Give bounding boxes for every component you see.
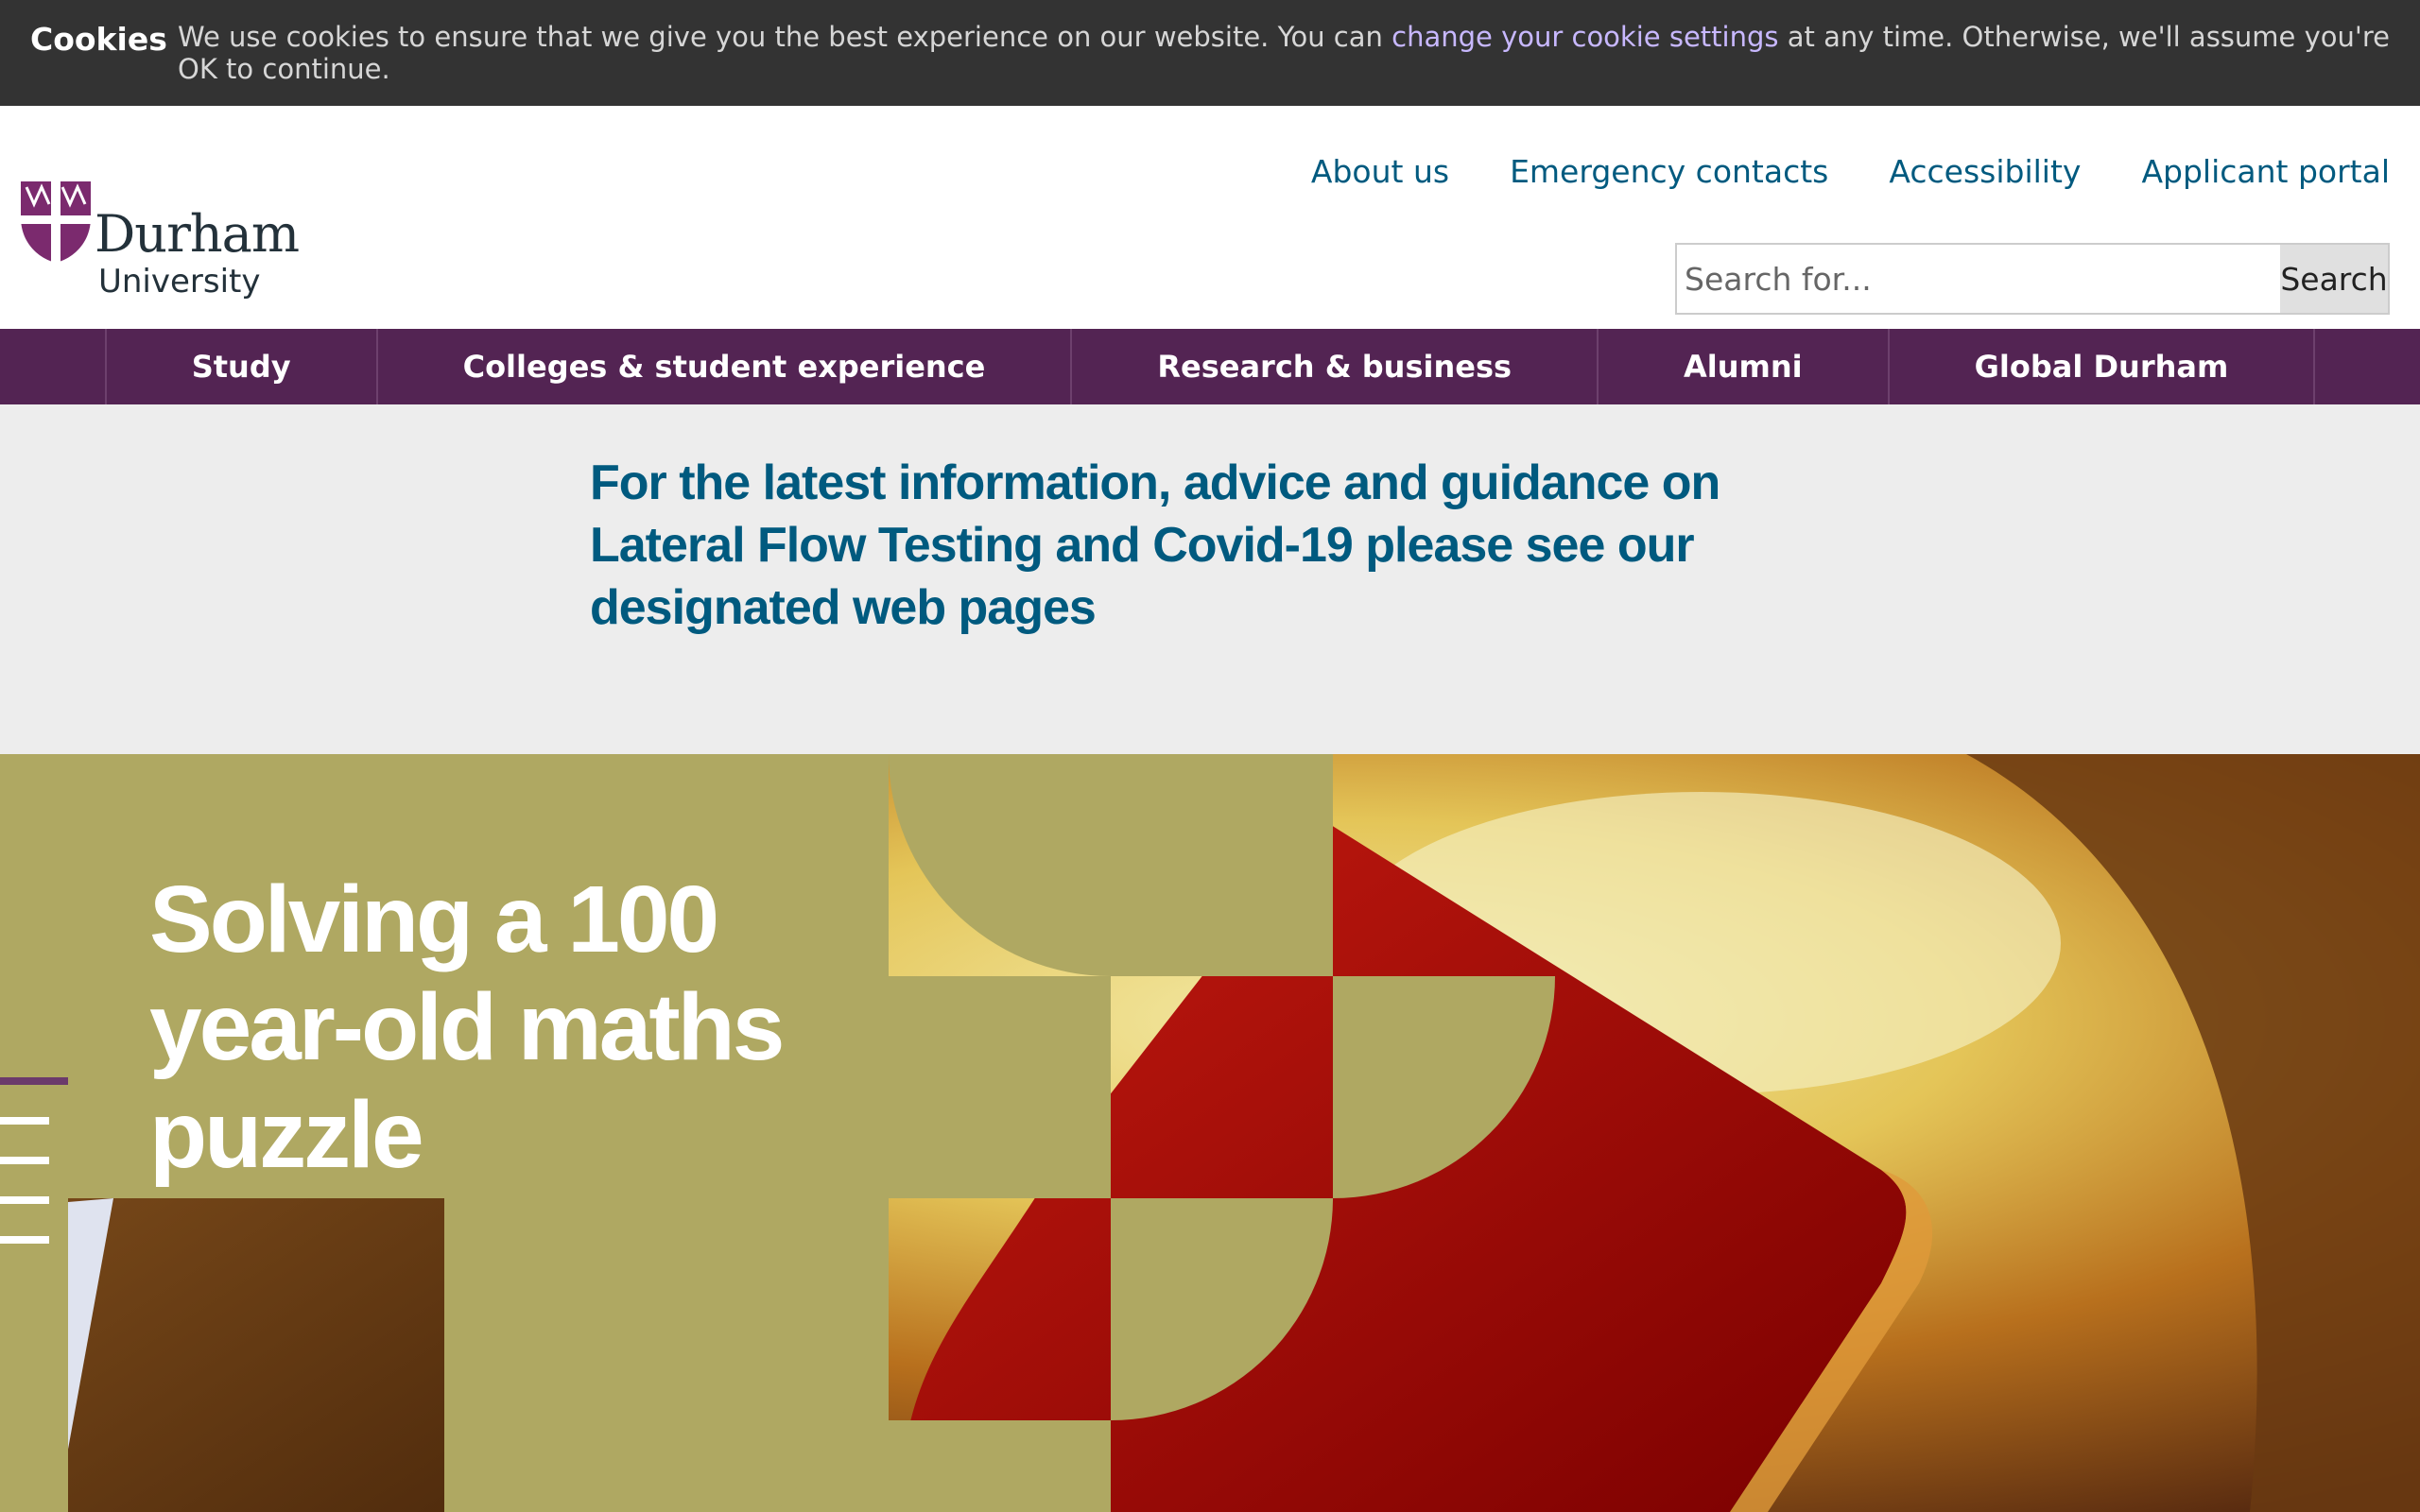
- cookie-message: We use cookies to ensure that we give yo…: [178, 21, 2390, 85]
- cookie-text-before: We use cookies to ensure that we give yo…: [178, 21, 1392, 53]
- slider-indicator-active[interactable]: [0, 1077, 68, 1085]
- hero-slider-controls: [0, 1077, 68, 1247]
- applicant-portal-link[interactable]: Applicant portal: [2141, 153, 2390, 190]
- cookie-settings-link[interactable]: change your cookie settings: [1392, 21, 1778, 53]
- nav-item-alumni[interactable]: Alumni: [1599, 329, 1890, 404]
- cookie-banner: Cookies We use cookies to ensure that we…: [0, 0, 2420, 106]
- main-navigation: Study Colleges & student experience Rese…: [0, 329, 2420, 404]
- nav-item-global-durham[interactable]: Global Durham: [1890, 329, 2316, 404]
- slider-indicator[interactable]: [0, 1236, 49, 1244]
- site-search: Search: [1675, 243, 2390, 315]
- main-nav-list: Study Colleges & student experience Rese…: [104, 329, 2316, 404]
- accessibility-link[interactable]: Accessibility: [1889, 153, 2081, 190]
- utility-links: About us Emergency contacts Accessibilit…: [1311, 153, 2390, 190]
- logo-wordmark-durham: Durham: [95, 204, 300, 264]
- logo-wordmark-university: University: [98, 263, 261, 301]
- covid-notice: For the latest information, advice and g…: [0, 404, 2420, 754]
- slider-indicator[interactable]: [0, 1157, 49, 1164]
- shield-logo-icon: [21, 181, 91, 263]
- nav-item-research-business[interactable]: Research & business: [1072, 329, 1599, 404]
- site-header: Durham University About us Emergency con…: [0, 106, 2420, 329]
- slider-indicator[interactable]: [0, 1117, 49, 1125]
- durham-university-logo[interactable]: Durham University: [19, 180, 321, 312]
- nav-item-colleges-student-experience[interactable]: Colleges & student experience: [378, 329, 1073, 404]
- search-input[interactable]: [1675, 243, 2280, 315]
- search-button[interactable]: Search: [2280, 243, 2390, 315]
- cookie-title: Cookies: [30, 21, 167, 58]
- covid-notice-link[interactable]: For the latest information, advice and g…: [590, 452, 1838, 639]
- hero-headline[interactable]: Solving a 100 year-old maths puzzle: [149, 866, 925, 1189]
- about-us-link[interactable]: About us: [1311, 153, 1449, 190]
- slider-indicator[interactable]: [0, 1196, 49, 1204]
- hero-banner: Solving a 100 year-old maths puzzle: [0, 754, 2420, 1512]
- nav-item-study[interactable]: Study: [107, 329, 378, 404]
- emergency-contacts-link[interactable]: Emergency contacts: [1510, 153, 1828, 190]
